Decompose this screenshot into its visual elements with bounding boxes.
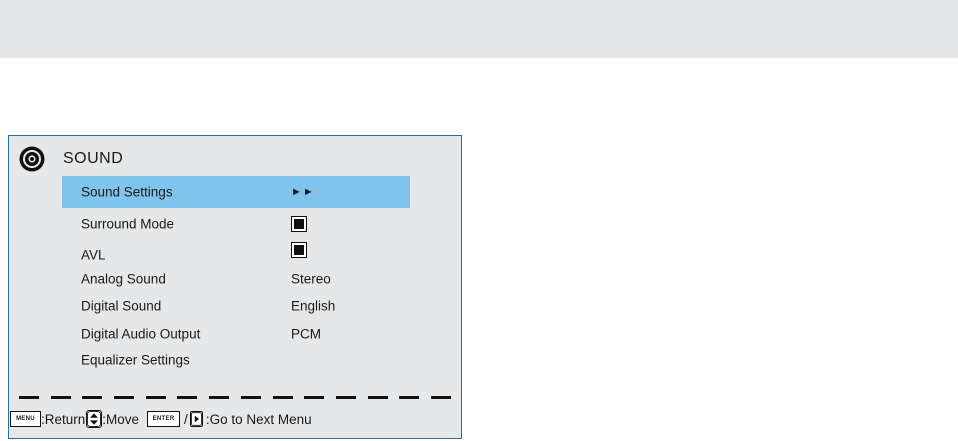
menu-item-label: Digital Audio Output [81,326,201,342]
digital-audio-output-value: PCM [291,326,321,342]
menu-item-label: Surround Mode [81,216,175,232]
up-down-arrow-icon [86,410,103,428]
avl-checkbox[interactable] [291,242,307,259]
next-menu-hint: :Go to Next Menu [205,411,312,427]
menu-item-label: Sound Settings [81,184,173,200]
menu-item-equalizer-settings[interactable]: Equalizer Settings [62,344,410,376]
menu-item-sound-settings[interactable]: Sound Settings ►► [62,176,410,208]
right-arrow-icon [189,411,203,427]
surround-mode-checkbox[interactable] [291,216,307,232]
menu-item-label: Digital Sound [81,298,162,314]
sound-menu-panel: SOUND Sound Settings ►► Surround Mode AV… [8,135,462,439]
menu-item-label: Analog Sound [81,271,166,287]
menu-title: SOUND [63,150,124,167]
divider-dashed [19,396,451,399]
key-hint-bar: MENU :Return :Move ENTER / :Go to Next M… [10,408,312,430]
menu-item-label: AVL [81,247,106,263]
top-banner [0,0,958,58]
digital-sound-value: English [291,298,336,314]
analog-sound-value: Stereo [291,271,331,287]
menu-header: SOUND [19,146,123,172]
menu-item-label: Equalizer Settings [81,352,190,368]
menu-key-icon: MENU [10,411,41,427]
move-hint: :Move [102,411,140,427]
submenu-arrows: ►► [291,186,315,198]
slash-separator: / [184,411,188,427]
enter-key-icon: ENTER [147,411,181,427]
return-hint: :Return [41,411,86,427]
speaker-icon [19,146,45,172]
